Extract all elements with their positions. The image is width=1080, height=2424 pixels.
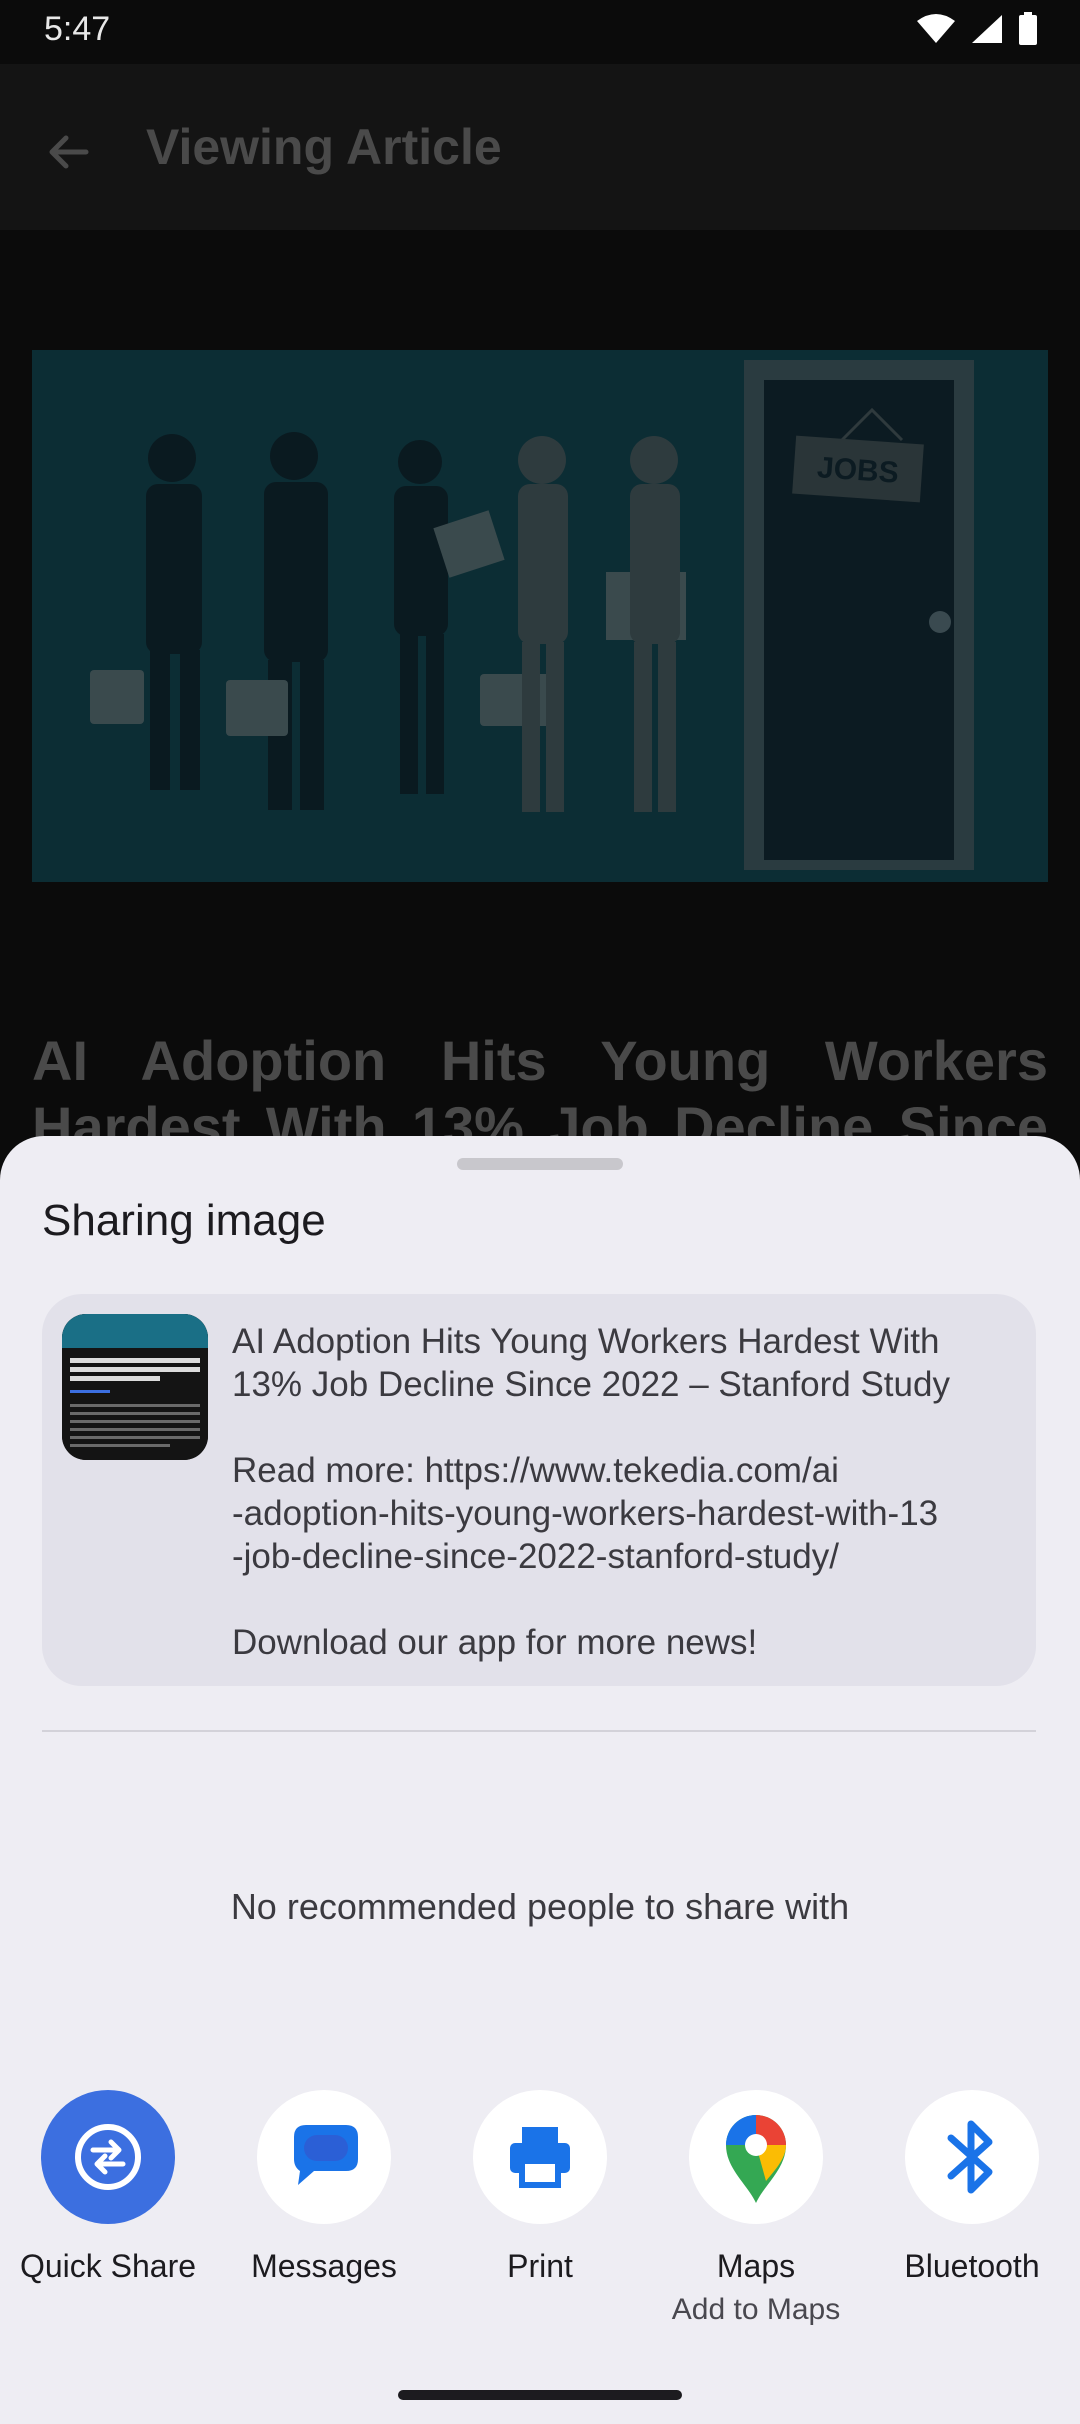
share-text: AI Adoption Hits Young Workers Hardest W…	[232, 1320, 1012, 1664]
hero-illustration: JOBS	[32, 350, 1048, 882]
share-target-label: Maps	[716, 2248, 796, 2284]
messages-icon	[257, 2090, 391, 2224]
gesture-nav-handle[interactable]	[398, 2390, 682, 2400]
share-target-label: Print	[507, 2248, 573, 2284]
share-footer-line: Download our app for more news!	[232, 1623, 758, 1662]
signal-icon	[972, 15, 1002, 43]
status-icons	[916, 12, 1038, 46]
share-link-line: -job-decline-since-2022-stanford-study/	[232, 1537, 839, 1576]
share-target-label: Messages	[251, 2248, 397, 2284]
share-headline-line: 13% Job Decline Since 2022 – Stanford St…	[232, 1365, 950, 1404]
share-sheet: Sharing image AI Adoption Hits Young Wor…	[0, 1136, 1080, 2424]
app-bar: Viewing Article	[0, 64, 1080, 230]
status-bar: 5:47	[0, 0, 1080, 64]
share-target-quick-share[interactable]: Quick Share	[0, 2090, 216, 2285]
share-target-label: Quick Share	[19, 2248, 197, 2284]
print-icon	[473, 2090, 607, 2224]
share-target-label: Bluetooth	[904, 2248, 1040, 2284]
article-title: AI Adoption Hits Young Workers Hardest W…	[32, 1029, 1048, 1138]
quick-share-icon	[41, 2090, 175, 2224]
share-targets: Quick Share Messages Print Maps Add to M…	[0, 2090, 1080, 2350]
share-target-messages[interactable]: Messages	[216, 2090, 432, 2285]
sheet-title: Sharing image	[42, 1196, 326, 1245]
share-target-maps[interactable]: Maps Add to Maps	[648, 2090, 864, 2327]
wifi-icon	[917, 14, 955, 43]
share-preview-card: AI Adoption Hits Young Workers Hardest W…	[42, 1294, 1036, 1686]
share-link-line: -adoption-hits-young-workers-hardest-wit…	[232, 1494, 939, 1533]
battery-icon	[1019, 12, 1037, 45]
drag-handle[interactable]	[457, 1158, 623, 1170]
arrow-back-icon[interactable]	[40, 124, 96, 180]
hero-sign-text: JOBS	[816, 451, 900, 490]
share-link-line: Read more: https://www.tekedia.com/ai	[232, 1451, 839, 1490]
article-hero-image: JOBS	[32, 350, 1048, 882]
no-recommendations-text: No recommended people to share with	[230, 1886, 850, 1927]
status-time: 5:47	[44, 10, 111, 48]
maps-icon	[689, 2090, 823, 2224]
app-title: Viewing Article	[146, 119, 502, 175]
preview-thumbnail	[62, 1314, 208, 1460]
divider	[42, 1730, 1036, 1732]
share-target-bluetooth[interactable]: Bluetooth	[864, 2090, 1080, 2285]
share-target-sublabel: Add to Maps	[671, 2293, 841, 2326]
share-headline-line: AI Adoption Hits Young Workers Hardest W…	[232, 1322, 940, 1361]
bluetooth-icon	[905, 2090, 1039, 2224]
share-target-print[interactable]: Print	[432, 2090, 648, 2285]
